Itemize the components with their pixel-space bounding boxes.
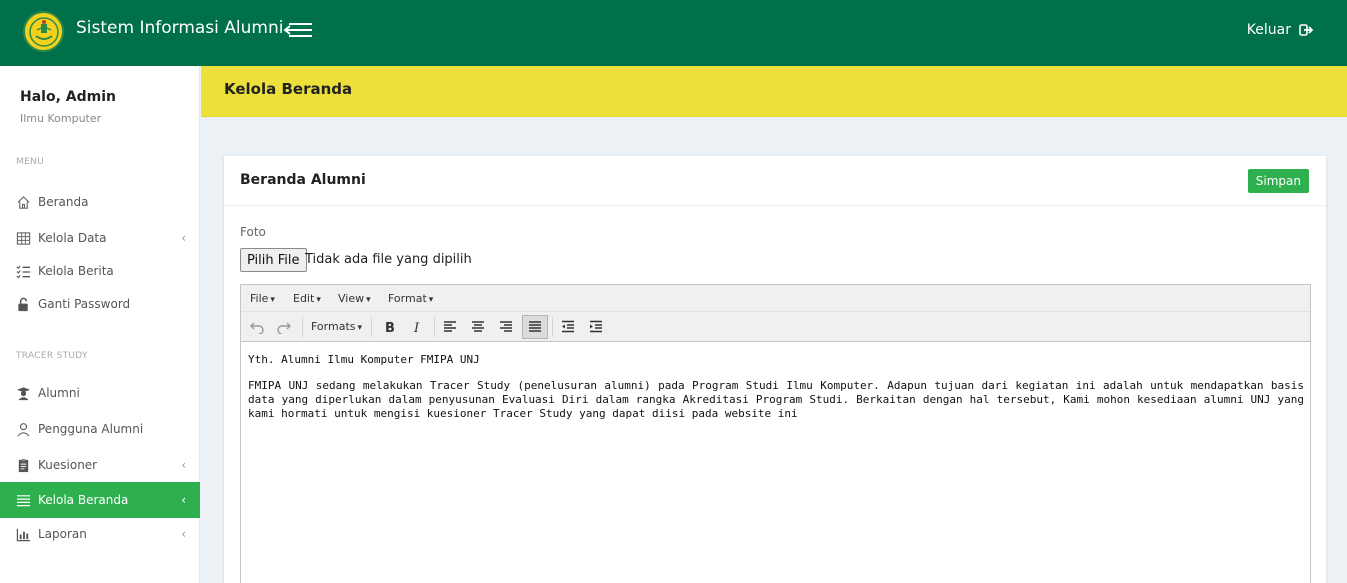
beranda-card: Beranda Alumni Simpan Foto Pilih File Ti… — [224, 156, 1326, 583]
align-justify-icon[interactable] — [522, 315, 548, 339]
page-header: Kelola Beranda — [201, 66, 1347, 117]
lines-icon — [16, 493, 31, 508]
card-title: Beranda Alumni — [240, 172, 366, 188]
chevron-left-icon: ‹ — [181, 493, 186, 507]
rich-text-editor: File Edit View Format Formats B I — [240, 284, 1311, 583]
card-header: Beranda Alumni Simpan — [224, 156, 1326, 206]
sidebar-item-kelola-data[interactable]: Kelola Data ‹ — [0, 220, 200, 256]
sidebar-item-label: Kelola Berita — [38, 264, 114, 278]
logout-button[interactable]: Keluar — [1247, 22, 1313, 38]
toolbar-divider — [434, 317, 435, 337]
outdent-icon[interactable] — [555, 315, 581, 339]
sidebar-item-label: Kelola Data — [38, 231, 107, 245]
italic-icon[interactable]: I — [404, 315, 430, 339]
svg-text:I: I — [413, 321, 420, 334]
sign-out-icon — [1299, 24, 1313, 36]
sidebar-item-label: Ganti Password — [38, 297, 131, 311]
toolbar-divider — [302, 317, 303, 337]
table-icon — [16, 231, 31, 246]
user-icon — [16, 422, 31, 437]
editor-menubar: File Edit View Format — [241, 285, 1310, 312]
tracer-study-section-heading: TRACER STUDY — [16, 351, 88, 361]
svg-text:B: B — [385, 321, 395, 334]
sidebar-item-pengguna-alumni[interactable]: Pengguna Alumni — [0, 411, 200, 447]
formats-dropdown[interactable]: Formats — [311, 320, 362, 333]
sidebar: Halo, Admin Ilmu Komputer MENU Beranda K… — [0, 66, 200, 583]
save-button[interactable]: Simpan — [1247, 169, 1309, 193]
menu-edit[interactable]: Edit — [293, 292, 321, 305]
menu-section-heading: MENU — [16, 157, 44, 167]
align-left-icon[interactable] — [437, 315, 463, 339]
sidebar-item-label: Laporan — [38, 527, 87, 541]
user-department: Ilmu Komputer — [20, 112, 102, 125]
toolbar-divider — [371, 317, 372, 337]
page-title: Kelola Beranda — [224, 80, 353, 98]
chevron-left-icon: ‹ — [181, 527, 186, 541]
editor-content[interactable]: Yth. Alumni Ilmu Komputer FMIPA UNJ FMIP… — [248, 353, 1304, 433]
indent-icon[interactable] — [583, 315, 609, 339]
menu-view[interactable]: View — [338, 292, 371, 305]
sidebar-item-label: Alumni — [38, 386, 80, 400]
home-icon — [16, 195, 31, 210]
editor-paragraph: Yth. Alumni Ilmu Komputer FMIPA UNJ — [248, 353, 480, 366]
editor-toolbar: Formats B I — [241, 312, 1310, 342]
bar-chart-icon — [16, 527, 31, 542]
redo-icon[interactable] — [271, 315, 297, 339]
university-logo — [23, 11, 64, 52]
sidebar-item-laporan[interactable]: Laporan ‹ — [0, 516, 200, 552]
menu-format[interactable]: Format — [388, 292, 433, 305]
sidebar-item-kelola-berita[interactable]: Kelola Berita — [0, 253, 200, 289]
choose-file-button[interactable]: Pilih File — [240, 248, 307, 272]
menu-file[interactable]: File — [250, 292, 275, 305]
sidebar-item-kuesioner[interactable]: Kuesioner ‹ — [0, 447, 200, 483]
sidebar-item-label: Kelola Beranda — [38, 493, 129, 507]
file-status-text: Tidak ada file yang dipilih — [305, 252, 472, 267]
foto-label: Foto — [240, 225, 266, 239]
sidebar-item-kelola-beranda[interactable]: Kelola Beranda ‹ — [0, 482, 200, 518]
top-navbar: Sistem Informasi Alumni Keluar — [0, 0, 1347, 66]
undo-icon[interactable] — [244, 315, 270, 339]
chevron-left-icon: ‹ — [181, 231, 186, 245]
bold-icon[interactable]: B — [376, 315, 402, 339]
unlock-icon — [16, 297, 31, 312]
sidebar-item-alumni[interactable]: Alumni — [0, 375, 200, 411]
sidebar-item-beranda[interactable]: Beranda — [0, 184, 200, 220]
editor-paragraph: FMIPA UNJ sedang melakukan Tracer Study … — [248, 379, 1304, 420]
sidebar-item-ganti-password[interactable]: Ganti Password — [0, 286, 200, 322]
align-right-icon[interactable] — [493, 315, 519, 339]
user-greeting: Halo, Admin — [20, 89, 116, 105]
checklist-icon — [16, 264, 31, 279]
sidebar-item-label: Pengguna Alumni — [38, 422, 144, 436]
toolbar-divider — [552, 317, 553, 337]
sidebar-item-label: Beranda — [38, 195, 89, 209]
graduate-icon — [16, 386, 31, 401]
app-title: Sistem Informasi Alumni — [76, 18, 284, 38]
clipboard-icon — [16, 458, 31, 473]
chevron-left-icon: ‹ — [181, 458, 186, 472]
align-center-icon[interactable] — [465, 315, 491, 339]
sidebar-item-label: Kuesioner — [38, 458, 98, 472]
logout-label: Keluar — [1246, 22, 1291, 38]
sidebar-toggle-icon[interactable] — [283, 20, 313, 40]
